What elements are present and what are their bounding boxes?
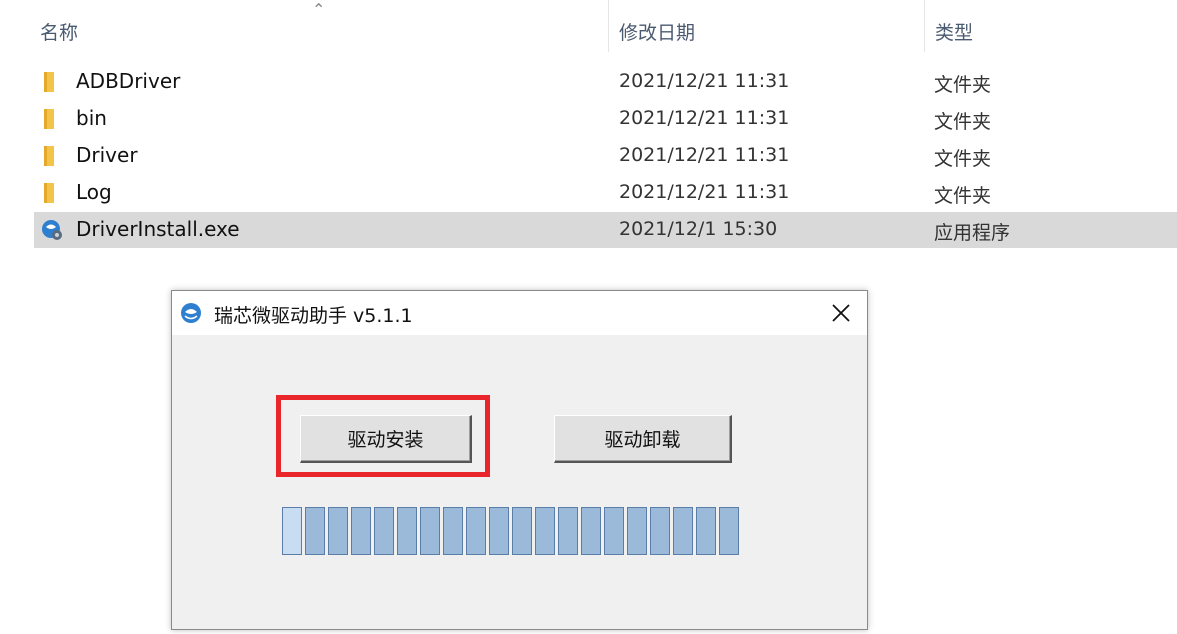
progress-segment [627, 507, 647, 555]
folder-icon [44, 146, 54, 166]
file-type: 文件夹 [934, 185, 992, 207]
file-date: 2021/12/21 11:31 [619, 181, 790, 203]
file-row-log[interactable]: Log 2021/12/21 11:31 文件夹 [34, 175, 1177, 211]
progress-segment [420, 507, 440, 555]
progress-segment [397, 507, 417, 555]
column-header-bar: ⌃ 名称 修改日期 类型 [0, 0, 1177, 58]
progress-segment [650, 507, 670, 555]
file-date: 2021/12/21 11:31 [619, 144, 790, 166]
column-divider[interactable] [924, 0, 925, 52]
file-row-adbdriver[interactable]: ADBDriver 2021/12/21 11:31 文件夹 [34, 64, 1177, 100]
install-driver-button[interactable]: 驱动安装 [300, 415, 472, 463]
uninstall-driver-button[interactable]: 驱动卸载 [554, 415, 732, 463]
file-date: 2021/12/21 11:31 [619, 107, 790, 129]
app-icon [181, 303, 201, 323]
progress-segment [328, 507, 348, 555]
file-row-driver[interactable]: Driver 2021/12/21 11:31 文件夹 [34, 138, 1177, 174]
column-header-type[interactable]: 类型 [935, 18, 973, 45]
column-header-name[interactable]: 名称 [40, 18, 78, 45]
progress-bar [282, 507, 752, 557]
progress-segment [696, 507, 716, 555]
column-divider[interactable] [608, 0, 609, 52]
progress-segment [305, 507, 325, 555]
file-row-driverinstall-exe[interactable]: DriverInstall.exe 2021/12/1 15:30 应用程序 [34, 212, 1177, 248]
progress-segment [489, 507, 509, 555]
file-name: Log [76, 180, 112, 204]
folder-icon [44, 183, 54, 203]
progress-segment [673, 507, 693, 555]
dialog-titlebar[interactable]: 瑞芯微驱动助手 v5.1.1 [172, 291, 867, 335]
file-type: 文件夹 [934, 148, 992, 170]
folder-icon [44, 72, 54, 92]
file-date: 2021/12/1 15:30 [619, 218, 778, 240]
file-name: bin [76, 106, 107, 130]
progress-segment [719, 507, 739, 555]
close-icon [832, 304, 850, 322]
close-button[interactable] [815, 291, 867, 335]
file-date: 2021/12/21 11:31 [619, 70, 790, 92]
progress-segment [282, 507, 302, 555]
progress-segment [443, 507, 463, 555]
sort-ascending-icon: ⌃ [312, 0, 326, 19]
column-header-date-modified[interactable]: 修改日期 [619, 18, 695, 45]
folder-icon [44, 109, 54, 129]
driver-assistant-dialog: 瑞芯微驱动助手 v5.1.1 驱动安装 驱动卸载 [171, 290, 868, 630]
file-type: 文件夹 [934, 111, 992, 133]
progress-segment [535, 507, 555, 555]
progress-segment [466, 507, 486, 555]
progress-segment [558, 507, 578, 555]
file-name: ADBDriver [76, 69, 181, 93]
progress-segment [351, 507, 371, 555]
progress-segment [581, 507, 601, 555]
progress-segment [604, 507, 624, 555]
file-name: DriverInstall.exe [76, 217, 240, 241]
file-type: 文件夹 [934, 74, 992, 96]
exe-icon [42, 220, 62, 240]
file-name: Driver [76, 143, 138, 167]
dialog-title: 瑞芯微驱动助手 v5.1.1 [214, 305, 413, 327]
file-type: 应用程序 [934, 222, 1011, 244]
file-row-bin[interactable]: bin 2021/12/21 11:31 文件夹 [34, 101, 1177, 137]
progress-segment [512, 507, 532, 555]
progress-segment [374, 507, 394, 555]
